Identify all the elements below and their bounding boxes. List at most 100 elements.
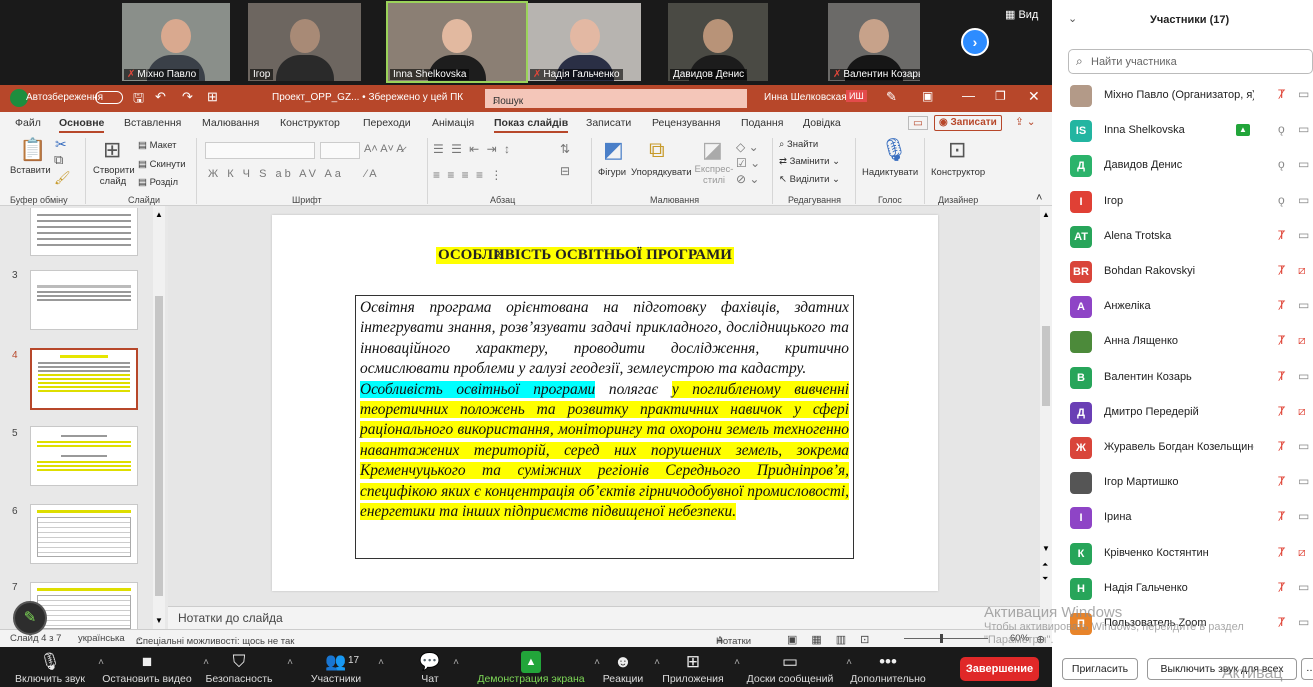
user-avatar[interactable]: ИШ <box>846 90 867 102</box>
chat-button[interactable]: 💬 Чат ˄ <box>415 651 459 685</box>
invite-button[interactable]: Пригласить <box>1062 658 1138 680</box>
shape-outline-icon[interactable]: ☑ ⌄ <box>736 156 760 170</box>
ribbon-tab[interactable]: Конструктор <box>280 117 340 129</box>
participants-button[interactable]: 👥 17 Участники ˄ <box>302 651 384 685</box>
scroll-thumb[interactable] <box>1042 326 1050 406</box>
ribbon-display-icon[interactable]: ▣ <box>922 89 933 103</box>
ribbon-tab[interactable]: Файл <box>15 117 41 129</box>
share-screen-button[interactable]: ▲ Демонстрация экрана ˄ <box>476 651 600 685</box>
microphone-icon[interactable]: ǫ <box>1278 193 1285 207</box>
next-slide-icon[interactable]: ⏷ <box>1042 574 1048 584</box>
video-tile[interactable]: ✗ Валентин Козарь <box>828 3 920 81</box>
slide-thumbnail[interactable] <box>30 426 138 486</box>
video-camera-icon[interactable]: ▭ <box>1298 157 1309 171</box>
stop-video-button[interactable]: ■ Остановить видео ˄ <box>99 651 209 685</box>
video-camera-icon[interactable]: ▭ <box>1298 122 1309 136</box>
mic-muted-icon[interactable]: Ⱦ <box>1278 333 1285 347</box>
slide-text-box[interactable]: Освітня програма орієнтована на підготов… <box>355 295 854 559</box>
ribbon-tab[interactable]: Довідка <box>803 117 841 129</box>
video-tile[interactable]: ✗ Надія Гальченко <box>528 3 641 81</box>
ribbon-tab[interactable]: Основне <box>59 117 105 133</box>
maximize-icon[interactable]: ❐ <box>995 89 1006 103</box>
end-meeting-button[interactable]: Завершение <box>960 657 1039 681</box>
video-camera-icon[interactable]: ▭ <box>1298 193 1309 207</box>
autosave-toggle[interactable] <box>95 91 123 104</box>
ribbon-tab[interactable]: Переходи <box>363 117 411 129</box>
participant-row[interactable]: К Крівченко Костянтин Ⱦ ⧄ <box>1068 536 1313 571</box>
more-button[interactable]: ••• Дополнительно <box>843 651 933 685</box>
slide-canvas[interactable]: ОСОБЛИВІСТЬ ОСВІТНЬОЇ ПРОГРАМИ Освітня п… <box>272 215 938 591</box>
font-format-icons[interactable]: Ж К Ч S ab AV Aa <box>208 168 344 180</box>
more-options-button[interactable]: … <box>1301 658 1313 680</box>
list-icons[interactable]: ☰ ☰ ⇤ ⇥ ↕ <box>433 142 512 156</box>
mic-muted-icon[interactable]: Ⱦ <box>1278 545 1285 559</box>
present-icon[interactable]: ⊞ <box>207 89 218 105</box>
participant-row[interactable]: Анна Лященко Ⱦ ⧄ <box>1068 324 1313 359</box>
ribbon-tab[interactable]: Записати <box>586 117 631 129</box>
cut-icon[interactable]: ✂ <box>55 136 67 153</box>
pen-icon[interactable]: ✎ <box>886 89 897 105</box>
zoom-slider[interactable] <box>904 638 988 639</box>
ribbon-tab[interactable]: Анімація <box>432 117 474 129</box>
mic-muted-icon[interactable]: Ⱦ <box>1278 474 1285 488</box>
participant-row[interactable]: І Ігор ǫ ▭ <box>1068 184 1313 219</box>
slide-thumbnail[interactable] <box>30 504 138 564</box>
close-icon[interactable]: ✕ <box>1028 88 1040 105</box>
ribbon-tab[interactable]: Подання <box>741 117 783 129</box>
mic-muted-icon[interactable]: Ⱦ <box>1278 298 1285 312</box>
video-tile[interactable]: Inna Shelkovska <box>386 1 528 83</box>
collapse-ribbon-icon[interactable]: ˄ <box>1036 192 1042 204</box>
scroll-up-icon[interactable]: ▲ <box>1042 210 1050 219</box>
video-camera-icon[interactable]: ▭ <box>1298 298 1309 312</box>
video-camera-icon[interactable]: ▭ <box>1298 474 1309 488</box>
reactions-button[interactable]: ☻ Реакции ˄ <box>600 651 660 685</box>
arrange-button[interactable]: Упорядкувати <box>631 167 692 178</box>
video-camera-icon[interactable]: ▭ <box>1298 228 1309 242</box>
align-text-icon[interactable]: ⊟ <box>560 164 570 178</box>
video-off-icon[interactable]: ⧄ <box>1298 545 1306 560</box>
share-icon[interactable]: ⇪ ⌄ <box>1015 116 1036 128</box>
video-off-icon[interactable]: ⧄ <box>1298 263 1306 278</box>
ribbon-tab[interactable]: Малювання <box>202 117 259 129</box>
video-off-icon[interactable]: ⧄ <box>1298 404 1306 419</box>
prev-slide-icon[interactable]: ⏶ <box>1042 560 1048 570</box>
mic-muted-icon[interactable]: Ⱦ <box>1278 509 1285 523</box>
participant-row[interactable]: Ігор Мартишко Ⱦ ▭ <box>1068 465 1313 500</box>
shape-effects-icon[interactable]: ⊘ ⌄ <box>736 172 759 186</box>
video-tile[interactable]: Ігор <box>248 3 361 81</box>
mic-muted-icon[interactable]: Ⱦ <box>1278 439 1285 453</box>
view-buttons[interactable]: ▣▦▥⊡ <box>787 633 883 646</box>
participant-row[interactable]: Н Надія Гальченко Ⱦ ▭ <box>1068 571 1313 606</box>
find-button[interactable]: ⌕ Знайти <box>779 139 818 150</box>
chevron-down-icon[interactable]: ⌄ <box>1068 12 1077 25</box>
notes-pane[interactable]: Нотатки до слайда <box>168 606 1040 629</box>
mic-muted-icon[interactable]: Ⱦ <box>1278 404 1285 418</box>
participant-row[interactable]: А Анжеліка Ⱦ ▭ <box>1068 289 1313 324</box>
participant-row[interactable]: І Ірина Ⱦ ▭ <box>1068 500 1313 535</box>
chevron-up-icon[interactable]: ˄ <box>287 657 293 668</box>
participant-row[interactable]: AT Alena Trotska Ⱦ ▭ <box>1068 219 1313 254</box>
dictate-button[interactable]: Надиктувати <box>862 167 918 178</box>
font-size-select[interactable] <box>320 142 360 159</box>
scroll-down-icon[interactable]: ▼ <box>155 616 163 625</box>
video-tile[interactable]: Давидов Денис <box>668 3 768 81</box>
ribbon-tab[interactable]: Показ слайдів <box>494 117 569 133</box>
user-name[interactable]: Инна Шелковская <box>764 92 847 103</box>
whiteboards-button[interactable]: ▭ Доски сообщений ˄ <box>742 651 852 685</box>
scroll-down-icon[interactable]: ▼ <box>1042 544 1050 553</box>
participant-row[interactable]: BR Bohdan Rakovskyi Ⱦ ⧄ <box>1068 254 1313 289</box>
select-button[interactable]: ↖ Виділити ⌄ <box>779 174 840 185</box>
font-grow-icon[interactable]: A˄ A˅ A̷ <box>364 143 404 155</box>
ribbon-tab[interactable]: Вставлення <box>124 117 181 129</box>
align-icons[interactable]: ≡ ≡ ≡ ≡ ⋮ <box>433 168 504 182</box>
video-off-icon[interactable]: ⧄ <box>1298 333 1306 348</box>
zoom-slider-thumb[interactable] <box>940 634 943 643</box>
video-camera-icon[interactable]: ▭ <box>1298 580 1309 594</box>
scroll-up-icon[interactable]: ▲ <box>155 210 163 219</box>
participant-row[interactable]: Міхно Павло (Организатор, я) Ⱦ ▭ <box>1068 78 1313 113</box>
unmute-button[interactable]: 🎙 Включить звук ˄ <box>10 651 104 685</box>
mic-muted-icon[interactable]: Ⱦ <box>1278 87 1285 101</box>
slide-title[interactable]: ОСОБЛИВІСТЬ ОСВІТНЬОЇ ПРОГРАМИ <box>436 247 734 264</box>
minimize-icon[interactable]: — <box>962 88 975 103</box>
font-name-select[interactable] <box>205 142 315 159</box>
